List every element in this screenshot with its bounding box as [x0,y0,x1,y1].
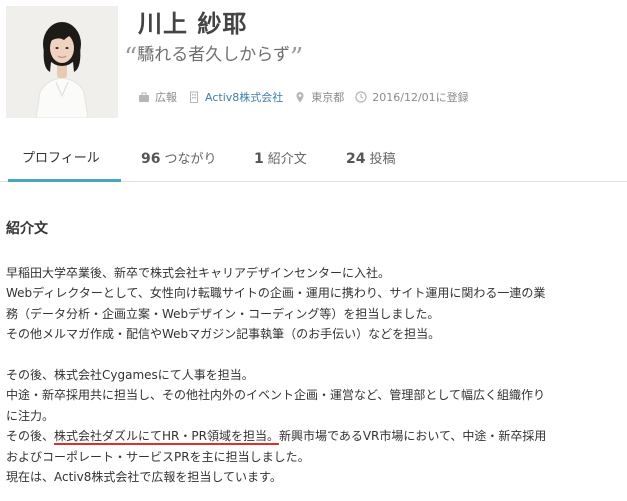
close-quote: ” [289,43,304,73]
meta-company[interactable]: Activ8株式会社 [188,89,283,105]
meta-job: 広報 [138,89,177,105]
meta-location-label: 東京都 [311,91,345,104]
profile-page: 川上 紗耶 “驕れる者久しからず” 広報 Activ8株式会社 東京都 2016… [0,0,627,501]
intro-line-mixed: その後、株式会社ダズルにてHR・PR領域を担当。新興市場であるVR市場において、… [6,426,606,446]
highlighted-text: 株式会社ダズルにてHR・PR領域を担当。 [54,429,279,444]
intro-line: その後、株式会社Cygamesにて人事を担当。 [6,368,254,383]
intro-line-prefix: その後、 [6,429,55,444]
location-pin-icon [296,92,304,103]
tab-posts-count: 24 [346,151,366,167]
tab-profile-label: プロフィール [22,151,100,166]
section-title: 紹介文 [6,221,48,237]
meta-registered: 2016/12/01に登録 [355,89,469,105]
tab-posts[interactable]: 24 投稿 [346,150,396,182]
open-quote: “ [124,43,138,73]
tab-introductions-count: 1 [254,151,264,167]
introduction-text: 早稲田大学卒業後、新卒で株式会社キャリアデザインセンターに入社。 Webディレク… [6,263,606,487]
tab-introductions[interactable]: 1 紹介文 [254,150,307,182]
tagline-text: 驕れる者久しからず [137,45,290,65]
profile-meta: 広報 Activ8株式会社 東京都 2016/12/01に登録 [138,89,480,105]
intro-line: に注力。 [6,408,55,423]
briefcase-icon [139,92,149,102]
tab-connections[interactable]: 96 つながり [141,150,217,182]
tab-posts-label: 投稿 [369,152,396,167]
intro-line: 務（データ分析・企画立案・Webデザイン・コーディング等）を担当しました。 [6,306,440,321]
intro-line: およびコーポレート・サービスPRを主に担当しました。 [6,449,310,464]
tab-profile[interactable]: プロフィール [8,150,121,182]
intro-line: 現在は、Activ8株式会社で広報を担当しています。 [6,470,282,485]
building-icon [190,91,198,103]
intro-line: 早稲田大学卒業後、新卒で株式会社キャリアデザインセンターに入社。 [6,266,391,280]
tab-introductions-label: 紹介文 [267,152,307,167]
intro-line-suffix: 新興市場であるVR市場において、中途・新卒採用 [278,429,547,444]
avatar [6,6,118,118]
avatar-photo [6,6,118,118]
profile-name: 川上 紗耶 [138,10,248,38]
tab-connections-label: つながり [164,152,217,167]
intro-line: 中途・新卒採用共に担当し、その他社内外のイベント企画・運営など、管理部として幅広… [6,388,546,403]
meta-registered-label: 2016/12/01に登録 [372,91,469,104]
profile-tabs: プロフィール 96 つながり 1 紹介文 24 投稿 [0,142,627,182]
profile-tagline: “驕れる者久しからず” [124,40,303,73]
clock-icon [355,91,367,103]
meta-location: 東京都 [294,89,344,105]
meta-job-label: 広報 [155,91,177,104]
tab-connections-count: 96 [141,151,161,167]
intro-line: Webディレクターとして、女性向け転職サイトの企画・運用に携わり、サイト運用に関… [6,286,546,301]
intro-line: その他メルマガ作成・配信やWebマガジン記事執筆（のお手伝い）などを担当。 [6,327,441,342]
company-link[interactable]: Activ8株式会社 [205,89,283,105]
